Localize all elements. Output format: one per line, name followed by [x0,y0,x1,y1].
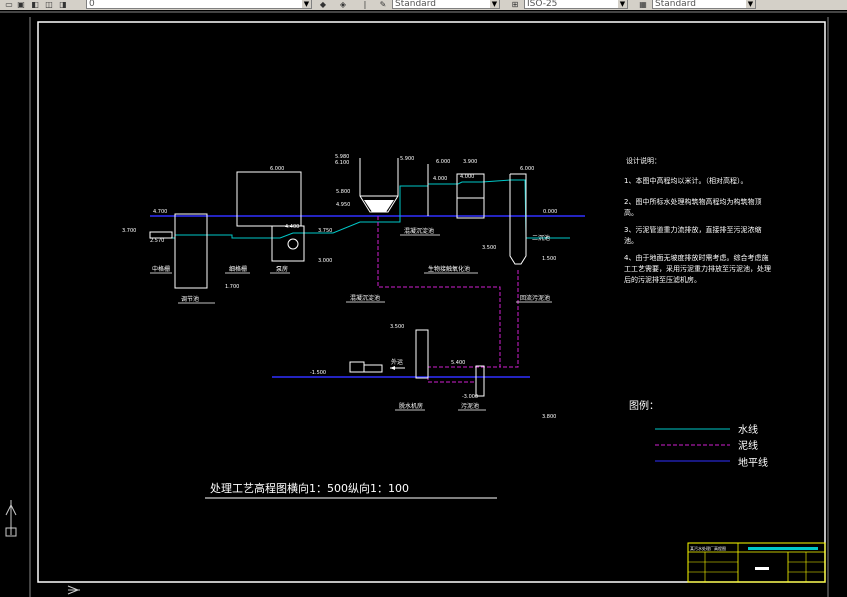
title-block-bar [755,567,769,570]
notes-block: 1、本图中高程均以米计。（相对高程）。 2、图中所标水处理构筑物高程均为构筑物顶… [624,177,771,284]
layer-icon[interactable]: ◨ [58,0,68,9]
note-item: 2、图中所标水处理构筑物高程均为构筑物顶高。 [624,198,762,217]
sludge-tank [475,365,485,397]
disinfection-tank [509,173,527,265]
separator-icon: | [363,0,367,9]
layers-icon[interactable]: ◈ [338,0,348,9]
elevation-mark: 6.000 [520,166,534,172]
text-style-icon: ✎ [379,0,387,9]
legend-label: 泥线 [738,439,758,452]
unit-label: 外运 [391,358,403,366]
text-style-value: Standard [395,0,436,9]
unit-label: 细格栅 [229,265,247,273]
unit-label: 混凝沉淀池 [350,294,380,302]
unit-label: 污泥池 [461,402,479,410]
dewatering-building [415,329,429,379]
unit-label: 泵房 [276,265,288,273]
elevation-mark: 4.400 [285,224,299,230]
truck-cab [349,361,365,373]
elevation-mark: -1.500 [310,370,326,376]
elevation-mark: 3.900 [463,159,477,165]
drawing-title: 处理工艺高程图横向1：500纵向1：100 [210,481,409,495]
elevation-mark: 4.700 [153,209,167,215]
elevation-mark: 3.500 [390,324,404,330]
elevation-mark: 6.100 [335,160,349,166]
fine-screen-unit [236,171,302,227]
unit-label: 脱水机房 [399,402,423,410]
dim-style-combo[interactable]: ISO-25 ▼ [524,0,628,9]
elevation-mark: 3.800 [542,414,556,420]
unit-label: 中格栅 [152,265,170,273]
layer-icon[interactable]: ◫ [44,0,54,9]
unit-label: 混凝沉淀池 [404,227,434,235]
print-icon[interactable]: ◧ [30,0,40,9]
elevation-mark: 6.000 [270,166,284,172]
elevation-mark: 5.900 [400,156,414,162]
legend-label: 水线 [738,423,758,436]
elevation-mark: 4.000 [460,174,474,180]
chevron-down-icon[interactable]: ▼ [746,0,755,8]
table-style-icon: ▦ [639,0,647,9]
elevation-mark: 2.570 [150,238,164,244]
elevation-mark: 3.750 [318,228,332,234]
title-block: 某污水处理厂高程图 [687,542,826,583]
text-style-combo[interactable]: Standard ▼ [392,0,500,9]
drawing-svg: 4.700 3.700 2.570 6.000 4.400 1.700 3.75… [0,11,847,597]
table-style-combo[interactable]: Standard ▼ [652,0,756,9]
elevation-mark: 6.000 [436,159,450,165]
note-item: 1、本图中高程均以米计。（相对高程）。 [624,177,748,185]
ucs-icon [5,500,80,595]
note-item: 3、污泥管道重力流排放，直接排至污泥浓缩池。 [624,226,762,245]
layer-combo[interactable]: 0 ▼ [86,0,312,9]
elevation-mark: 4.950 [336,202,350,208]
elevation-mark: 3.000 [318,258,332,264]
unit-label: 生物接触氧化池 [428,265,470,273]
chevron-down-icon[interactable]: ▼ [490,0,499,8]
secondary-clarifier [456,173,485,219]
match-properties-icon[interactable]: ◆ [318,0,328,9]
save-icon[interactable]: ▣ [16,0,26,9]
dim-style-icon: ⊞ [511,0,519,9]
sludge-line-2 [500,270,519,368]
layer-combo-value: 0 [89,0,95,9]
table-style-value: Standard [655,0,696,9]
chevron-down-icon[interactable]: ▼ [618,0,627,8]
elevation-mark: 1.500 [542,256,556,262]
sludge-line-1 [377,216,501,383]
notes-title: 设计说明： [626,156,661,165]
legend-label: 地平线 [738,456,768,469]
unit-label: 调节池 [181,295,199,303]
title-block-bar [748,547,818,550]
elevation-mark: 3.500 [482,245,496,251]
title-block-label: 某污水处理厂高程图 [690,545,726,551]
unit-label: 二沉池 [532,234,550,242]
arrow-left-icon [390,366,395,370]
chevron-down-icon[interactable]: ▼ [302,0,311,8]
elevation-mark: 1.700 [225,284,239,290]
dim-style-value: ISO-25 [527,0,558,9]
pump-icon [287,238,299,250]
legend-title: 图例： [629,399,659,412]
regulating-tank [174,213,208,289]
elevation-mark: 4.000 [433,176,447,182]
elevation-mark: -3.000 [462,394,478,400]
unit-label: 回流污泥池 [520,294,550,302]
drawing-canvas[interactable]: 4.700 3.700 2.570 6.000 4.400 1.700 3.75… [0,10,847,597]
elevation-mark: 5.800 [336,189,350,195]
elevation-mark: 5.400 [451,360,465,366]
elevation-mark: 3.700 [122,228,136,234]
note-item: 4、由于地面无坡度排放时需考虑。综合考虑施工工艺需要，采用污泥重力排放至污泥池，… [624,254,771,284]
elevation-mark: 0.000 [543,209,557,215]
truck-body [363,364,383,373]
folder-icon[interactable]: ▭ [4,0,14,9]
